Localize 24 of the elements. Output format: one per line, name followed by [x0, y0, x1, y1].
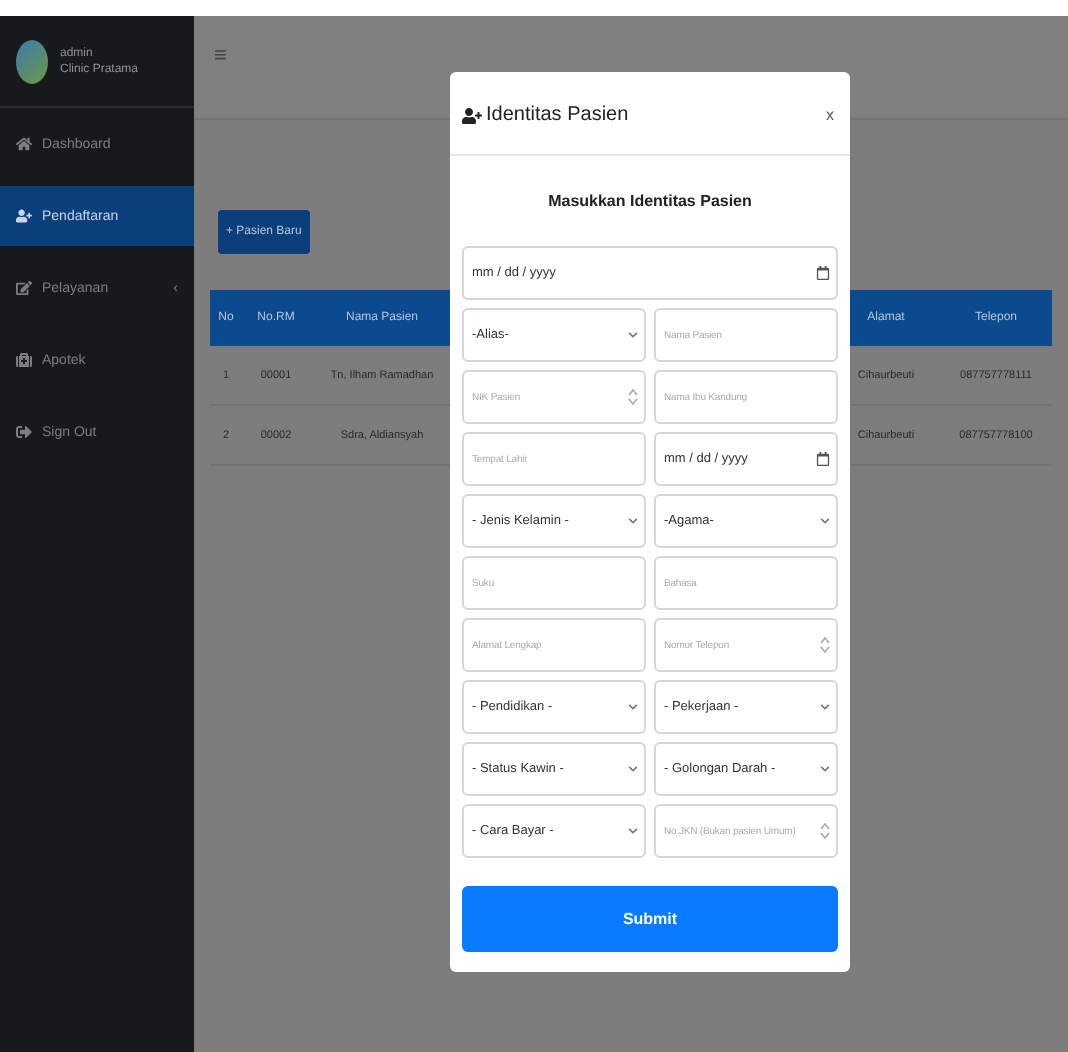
- chevron-down-icon: [628, 330, 638, 340]
- form-heading: Masukkan Identitas Pasien: [546, 192, 754, 210]
- chevron-down-icon: [628, 764, 638, 774]
- logo-icon: [16, 39, 48, 83]
- edit-icon: [16, 280, 32, 296]
- submit-button[interactable]: Submit: [462, 886, 838, 952]
- spinner-icon: [628, 388, 638, 406]
- spinner-icon: [820, 822, 830, 840]
- user-plus-icon: [462, 105, 482, 125]
- calendar-icon: [816, 266, 830, 280]
- user-plus-icon: [16, 208, 32, 224]
- close-button[interactable]: x: [826, 106, 834, 124]
- chevron-down-icon: [820, 764, 830, 774]
- chevron-down-icon: [820, 702, 830, 712]
- chevron-down-icon: [628, 516, 638, 526]
- chevron-down-icon: [628, 702, 638, 712]
- calendar-icon: [816, 452, 830, 466]
- chevron-down-icon: [628, 826, 638, 836]
- home-icon: [16, 136, 32, 152]
- modal-title: Identitas Pasien: [462, 104, 629, 126]
- medkit-icon: [16, 352, 32, 368]
- chevron-down-icon: [820, 516, 830, 526]
- sign-out-icon: [16, 424, 32, 440]
- spinner-icon: [820, 636, 830, 654]
